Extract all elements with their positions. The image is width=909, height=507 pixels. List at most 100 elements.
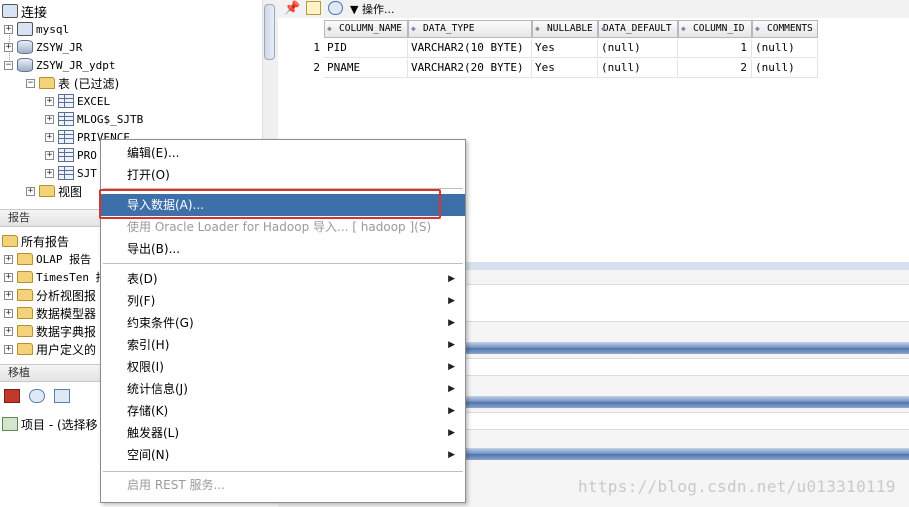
folder-icon bbox=[17, 325, 33, 337]
report-item-analytic-view[interactable]: + 分析视图报 bbox=[4, 286, 96, 304]
expand-icon[interactable]: + bbox=[4, 254, 13, 264]
grid-cell[interactable]: (null) bbox=[598, 59, 678, 78]
submenu-arrow-icon: ▶ bbox=[448, 318, 455, 328]
expand-icon[interactable]: + bbox=[45, 96, 54, 106]
tree-item-mlog-sjtb[interactable]: + MLOG$_SJTB bbox=[45, 110, 143, 128]
column-header-data-type[interactable]: DATA_TYPE bbox=[408, 20, 532, 38]
expand-icon[interactable]: + bbox=[45, 114, 54, 124]
column-header-column-name[interactable]: COLUMN_NAME bbox=[324, 20, 408, 38]
scrollbar-thumb[interactable] bbox=[264, 4, 275, 60]
submenu-arrow-icon: ▶ bbox=[448, 450, 455, 460]
grid-cell[interactable]: (null) bbox=[752, 59, 818, 78]
column-header-column-id[interactable]: COLUMN_ID bbox=[678, 20, 752, 38]
actions-dropdown[interactable]: ▼ 操作... bbox=[350, 1, 394, 17]
connection-icon bbox=[17, 22, 33, 36]
collapse-icon[interactable]: − bbox=[26, 78, 35, 88]
migration-title: 移植 bbox=[8, 366, 30, 379]
menu-item-storage[interactable]: 存储(K) ▶ bbox=[101, 400, 465, 422]
copy-icon[interactable] bbox=[54, 389, 70, 403]
tree-item-zsyw-jr[interactable]: + ZSYW_JR bbox=[4, 38, 82, 56]
annotation-highlight-box bbox=[99, 189, 441, 219]
reports-title: 报告 bbox=[8, 211, 30, 224]
expand-icon[interactable]: + bbox=[45, 168, 54, 178]
menu-label: 使用 Oracle Loader for Hadoop 导入... [ hado… bbox=[127, 220, 432, 234]
menu-item-export[interactable]: 导出(B)... bbox=[101, 238, 465, 260]
menu-item-open[interactable]: 打开(O) bbox=[101, 164, 465, 186]
pin-icon[interactable]: 📌 bbox=[284, 1, 300, 16]
column-header-comments[interactable]: COMMENTS bbox=[752, 20, 818, 38]
menu-item-constraint[interactable]: 约束条件(G) ▶ bbox=[101, 312, 465, 334]
reports-folder-icon bbox=[2, 235, 18, 247]
tree-item-label: 分析视图报 bbox=[36, 288, 97, 303]
menu-label: 导出(B)... bbox=[127, 242, 181, 256]
grid-cell[interactable]: 2 bbox=[678, 59, 752, 78]
expand-icon[interactable]: + bbox=[4, 42, 13, 52]
table-icon bbox=[58, 148, 74, 162]
table-icon bbox=[58, 112, 74, 126]
collapse-icon[interactable]: − bbox=[4, 60, 13, 70]
tree-item-zsyw-jr-ydpt[interactable]: − ZSYW_JR_ydpt bbox=[4, 56, 115, 74]
column-header-data-default[interactable]: DATA_DEFAULT bbox=[598, 20, 678, 38]
connections-title: 连接 bbox=[21, 5, 48, 21]
report-item-data-modeler[interactable]: + 数据模型器 bbox=[4, 304, 96, 322]
expand-icon[interactable]: + bbox=[4, 308, 13, 318]
column-header-nullable[interactable]: NULLABLE bbox=[532, 20, 598, 38]
grid-cell[interactable]: Yes bbox=[532, 39, 598, 58]
report-item-olap[interactable]: + OLAP 报告 bbox=[4, 250, 91, 268]
column-header-label: NULLABLE bbox=[547, 23, 593, 34]
tree-item-label: 用户定义的 bbox=[36, 342, 97, 357]
menu-item-index[interactable]: 索引(H) ▶ bbox=[101, 334, 465, 356]
edit-icon[interactable] bbox=[306, 1, 321, 15]
grid-cell[interactable]: (null) bbox=[598, 39, 678, 58]
report-item-all[interactable]: 所有报告 bbox=[2, 232, 69, 250]
menu-label: 索引(H) bbox=[127, 338, 170, 352]
tree-item-excel[interactable]: + EXCEL bbox=[45, 92, 110, 110]
submenu-arrow-icon: ▶ bbox=[448, 274, 455, 284]
submenu-arrow-icon: ▶ bbox=[448, 428, 455, 438]
menu-item-privileges[interactable]: 权限(I) ▶ bbox=[101, 356, 465, 378]
refresh-icon[interactable] bbox=[29, 389, 45, 403]
expand-icon[interactable]: + bbox=[45, 150, 54, 160]
expand-icon[interactable]: + bbox=[4, 344, 13, 354]
grid-cell[interactable]: VARCHAR2(10 BYTE) bbox=[408, 39, 532, 58]
tree-item-mysql[interactable]: + mysql bbox=[4, 20, 69, 38]
folder-icon bbox=[17, 253, 33, 265]
table-icon bbox=[58, 130, 74, 144]
menu-item-column[interactable]: 列(F) ▶ bbox=[101, 290, 465, 312]
menu-item-statistics[interactable]: 统计信息(J) ▶ bbox=[101, 378, 465, 400]
expand-icon[interactable]: + bbox=[4, 326, 13, 336]
expand-icon[interactable]: + bbox=[4, 290, 13, 300]
menu-separator bbox=[103, 471, 463, 472]
migration-toolbar bbox=[4, 389, 73, 403]
report-item-timesten[interactable]: + TimesTen 报 bbox=[4, 268, 107, 286]
grid-cell[interactable]: VARCHAR2(20 BYTE) bbox=[408, 59, 532, 78]
menu-item-edit[interactable]: 编辑(E)... bbox=[101, 142, 465, 164]
expand-icon[interactable]: + bbox=[26, 186, 35, 196]
tree-item-sjt[interactable]: + SJT bbox=[45, 164, 97, 182]
refresh-icon[interactable] bbox=[328, 1, 343, 15]
column-header-label: COMMENTS bbox=[767, 23, 813, 34]
tree-item-views[interactable]: + 视图 bbox=[26, 182, 82, 200]
column-header-label: COLUMN_NAME bbox=[339, 23, 402, 34]
grid-cell[interactable]: Yes bbox=[532, 59, 598, 78]
migration-project[interactable]: 项目 - (选择移 bbox=[2, 415, 98, 433]
menu-label: 权限(I) bbox=[127, 360, 164, 374]
tree-item-label: ZSYW_JR_ydpt bbox=[36, 58, 116, 72]
grid-cell[interactable]: PID bbox=[324, 39, 408, 58]
expand-icon[interactable]: + bbox=[4, 272, 13, 282]
grid-cell[interactable]: PNAME bbox=[324, 59, 408, 78]
database-icon bbox=[17, 58, 33, 72]
menu-item-trigger[interactable]: 触发器(L) ▶ bbox=[101, 422, 465, 444]
expand-icon[interactable]: + bbox=[45, 132, 54, 142]
tree-item-tables-filtered[interactable]: − 表 (已过滤) bbox=[26, 74, 119, 92]
grid-cell[interactable]: 1 bbox=[678, 39, 752, 58]
report-item-user-defined[interactable]: + 用户定义的 bbox=[4, 340, 96, 358]
menu-separator bbox=[103, 263, 463, 264]
migrate-icon[interactable] bbox=[4, 389, 20, 403]
grid-cell[interactable]: (null) bbox=[752, 39, 818, 58]
menu-item-spatial[interactable]: 空间(N) ▶ bbox=[101, 444, 465, 466]
report-item-data-dictionary[interactable]: + 数据字典报 bbox=[4, 322, 96, 340]
tree-item-pro[interactable]: + PRO bbox=[45, 146, 97, 164]
expand-icon[interactable]: + bbox=[4, 24, 13, 34]
menu-item-table[interactable]: 表(D) ▶ bbox=[101, 268, 465, 290]
